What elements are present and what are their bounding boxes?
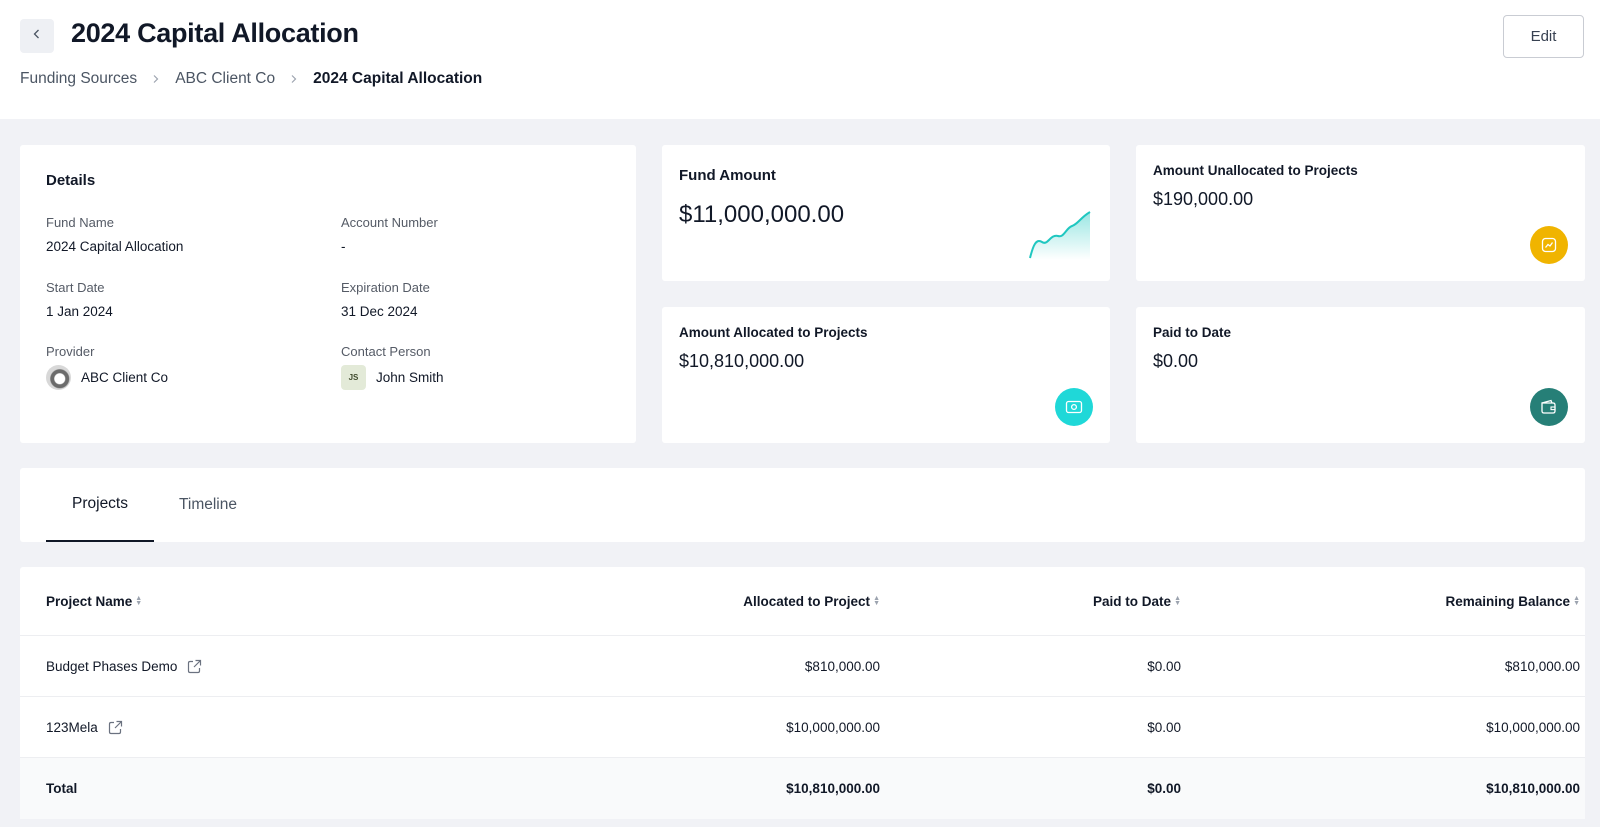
breadcrumb-client[interactable]: ABC Client Co: [175, 70, 275, 88]
page-header: 2024 Capital Allocation Edit Funding Sou…: [0, 0, 1600, 119]
allocated-card: Amount Allocated to Projects $10,810,000…: [662, 307, 1110, 443]
trend-icon: [1530, 226, 1568, 264]
total-allocated: $10,810,000.00: [786, 781, 880, 796]
account-number-field: Account Number -: [341, 215, 438, 254]
field-label: Contact Person: [341, 344, 431, 359]
paid-cell: $0.00: [1147, 658, 1181, 674]
provider-value[interactable]: ABC Client Co: [46, 365, 168, 390]
table-row[interactable]: Budget Phases Demo $810,000.00 $0.00 $81…: [20, 636, 1585, 697]
field-label: Account Number: [341, 215, 438, 230]
fund-amount-card: Fund Amount $11,000,000.00: [662, 145, 1110, 281]
provider-field: Provider ABC Client Co: [46, 344, 168, 390]
column-label: Allocated to Project: [743, 593, 871, 609]
sort-icon: ▲ ▼: [1174, 595, 1181, 607]
tab-timeline[interactable]: Timeline: [154, 468, 262, 542]
column-header-allocated[interactable]: Allocated to Project ▲ ▼: [470, 567, 880, 635]
sort-icon: ▲ ▼: [135, 595, 143, 607]
sort-icon: ▲ ▼: [1573, 595, 1580, 607]
projects-table: Project Name ▲ ▼ Allocated to Project ▲ ▼ …: [20, 567, 1585, 819]
table-header-row: Project Name ▲ ▼ Allocated to Project ▲ ▼ …: [20, 567, 1585, 636]
details-card: Details Fund Name 2024 Capital Allocatio…: [20, 145, 636, 443]
field-value: 2024 Capital Allocation: [46, 239, 184, 254]
tab-projects[interactable]: Projects: [46, 468, 154, 542]
column-label: Paid to Date: [1093, 593, 1172, 609]
total-remaining: $10,810,000.00: [1486, 781, 1580, 796]
project-name: Budget Phases Demo: [46, 658, 178, 674]
expiration-date-field: Expiration Date 31 Dec 2024: [341, 280, 430, 319]
column-header-project-name[interactable]: Project Name ▲ ▼: [46, 567, 466, 635]
provider-logo-icon: [46, 365, 71, 390]
column-header-paid[interactable]: Paid to Date ▲ ▼: [880, 567, 1181, 635]
breadcrumb: Funding Sources ABC Client Co 2024 Capit…: [20, 70, 482, 88]
column-label: Project Name: [46, 593, 133, 609]
external-link-icon[interactable]: [108, 720, 123, 735]
breadcrumb-current: 2024 Capital Allocation: [313, 70, 483, 87]
field-value: 31 Dec 2024: [341, 304, 418, 319]
sparkline-icon: [1028, 208, 1092, 265]
edit-button[interactable]: Edit: [1503, 15, 1584, 58]
allocated-cell: $810,000.00: [804, 658, 880, 674]
contact-person-field: Contact Person JS John Smith: [341, 344, 444, 390]
wallet-icon: [1530, 388, 1568, 426]
stat-label: Paid to Date: [1153, 325, 1232, 340]
contact-value[interactable]: JS John Smith: [341, 365, 444, 390]
column-label: Remaining Balance: [1445, 593, 1571, 609]
stat-value: $0.00: [1153, 351, 1199, 371]
avatar: JS: [341, 365, 366, 390]
field-label: Provider: [46, 344, 95, 359]
stat-label: Fund Amount: [679, 167, 776, 184]
table-total-row: Total $10,810,000.00 $0.00 $10,810,000.0…: [20, 758, 1585, 819]
provider-name: ABC Client Co: [81, 370, 169, 385]
project-name: 123Mela: [46, 719, 98, 735]
start-date-field: Start Date 1 Jan 2024: [46, 280, 113, 319]
fund-name-field: Fund Name 2024 Capital Allocation: [46, 215, 183, 254]
remaining-cell: $10,000,000.00: [1486, 719, 1580, 735]
field-label: Expiration Date: [341, 280, 430, 295]
cash-icon: [1055, 388, 1093, 426]
total-label: Total: [46, 781, 78, 796]
paid-to-date-card: Paid to Date $0.00: [1136, 307, 1585, 443]
total-paid: $0.00: [1147, 781, 1181, 796]
column-header-remaining[interactable]: Remaining Balance ▲ ▼: [1181, 567, 1580, 635]
project-name-cell: Budget Phases Demo: [46, 636, 466, 696]
stat-value: $190,000.00: [1153, 189, 1254, 209]
chevron-right-icon: [289, 72, 299, 87]
stat-label: Amount Unallocated to Projects: [1153, 163, 1358, 178]
page-title: 2024 Capital Allocation: [71, 18, 359, 48]
unallocated-card: Amount Unallocated to Projects $190,000.…: [1136, 145, 1585, 281]
tabs-bar: Projects Timeline: [20, 468, 1585, 542]
field-value: 1 Jan 2024: [46, 304, 113, 319]
chevron-right-icon: [151, 72, 161, 87]
project-name-cell: 123Mela: [46, 697, 466, 757]
breadcrumb-funding-sources[interactable]: Funding Sources: [20, 70, 137, 88]
field-label: Fund Name: [46, 215, 114, 230]
sort-icon: ▲ ▼: [873, 595, 880, 607]
chevron-left-icon: [31, 27, 43, 45]
stat-value: $10,810,000.00: [679, 351, 805, 371]
allocated-cell: $10,000,000.00: [786, 719, 880, 735]
contact-name: John Smith: [376, 370, 444, 385]
details-title: Details: [46, 172, 96, 189]
stat-label: Amount Allocated to Projects: [679, 325, 868, 340]
paid-cell: $0.00: [1147, 719, 1181, 735]
field-label: Start Date: [46, 280, 105, 295]
table-row[interactable]: 123Mela $10,000,000.00 $0.00 $10,000,000…: [20, 697, 1585, 758]
stat-value: $11,000,000.00: [679, 201, 845, 228]
external-link-icon[interactable]: [187, 659, 202, 674]
remaining-cell: $810,000.00: [1504, 658, 1580, 674]
field-value: -: [341, 239, 346, 254]
back-button[interactable]: [20, 19, 54, 53]
